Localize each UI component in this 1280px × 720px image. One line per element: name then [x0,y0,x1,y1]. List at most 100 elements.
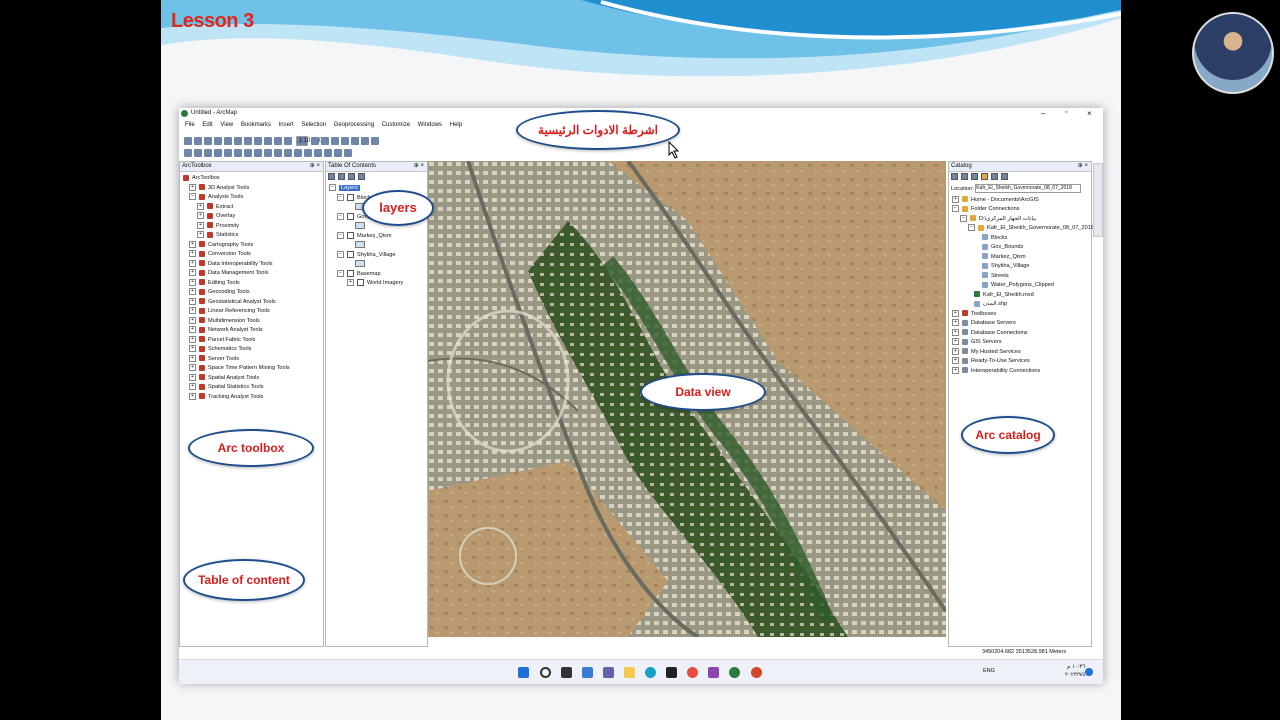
menu-bookmarks[interactable]: Bookmarks [241,122,271,128]
toolbox-item[interactable]: + Data Interoperability Tools [183,259,320,270]
hyperlink-icon[interactable] [314,149,322,157]
select-features-icon[interactable] [264,149,272,157]
open-icon[interactable] [194,137,202,145]
toolbox-item[interactable]: + Editing Tools [183,278,320,289]
panel-close-icon[interactable]: ⊕ × [414,162,424,171]
toolbox-item[interactable]: + Data Management Tools [183,269,320,279]
toolbox-item[interactable]: + Spatial Analyst Tools [183,373,320,384]
table-icon[interactable] [321,137,330,145]
menu-windows[interactable]: Windows [418,122,442,128]
undo-icon[interactable] [264,137,272,145]
menu-insert[interactable]: Insert [279,122,294,128]
measure-icon[interactable] [304,149,312,157]
toolbox-item[interactable]: + Geostatistical Analyst Tools [183,297,320,308]
photos-icon[interactable] [708,667,719,678]
toc-layer[interactable]: − Markez_Qism [329,231,424,242]
notification-icon[interactable] [1085,668,1093,676]
select-elements-icon[interactable] [274,149,282,157]
find-icon[interactable] [294,149,302,157]
toc-layer[interactable]: − Basemap [329,269,424,280]
catalog-item[interactable]: − Folder Connections [952,205,1088,215]
add-data-icon[interactable] [284,137,292,145]
menu-help[interactable]: Help [450,122,462,128]
catalog-item[interactable]: + Home - Documents\ArcGIS [952,195,1088,206]
search-icon[interactable] [540,667,551,678]
cut-icon[interactable] [224,137,232,145]
python-icon[interactable] [361,137,370,145]
close-icon[interactable]: × [1087,109,1092,118]
model-builder-icon[interactable] [371,137,380,145]
toolbox-item[interactable]: + Extract [183,202,320,213]
html-popup-icon[interactable] [324,149,332,157]
catalog-item[interactable]: Markez_Qism [952,253,1088,263]
toolbox-item[interactable]: + Geocoding Tools [183,288,320,298]
toc-layer[interactable]: + World Imagery [329,279,424,289]
clock-date[interactable]: ٢٠٢٣/٩/٤ [1065,672,1086,678]
swipe-icon[interactable] [344,149,352,157]
catalog-item[interactable]: Gov_Bounds [952,243,1088,253]
catalog-item[interactable]: − Kafr_El_Sheikh_Governorate_08_07_2018 [952,224,1094,234]
fixed-zoom-out-icon[interactable] [234,149,242,157]
copy-icon[interactable] [234,137,242,145]
toolbox-item[interactable]: + Network Analyst Tools [183,326,320,336]
toolbox-item[interactable]: + Spatial Statistics Tools [183,383,320,393]
toolbox-item[interactable]: + Cartography Tools [183,240,320,251]
search-icon[interactable] [351,137,360,145]
catalog-item[interactable]: Shykha_Village [952,262,1088,272]
menu-selection[interactable]: Selection [301,122,326,128]
menu-customize[interactable]: Customize [382,122,410,128]
catalog-item[interactable]: Water_Polygons_Clipped [952,281,1088,291]
pan-icon[interactable] [204,149,212,157]
catalog-item[interactable]: + GIS Servers [952,338,1088,348]
back-icon[interactable] [244,149,252,157]
minimize-icon[interactable]: – [1041,109,1045,118]
chrome-icon[interactable] [687,667,698,678]
fixed-zoom-in-icon[interactable] [224,149,232,157]
paste-icon[interactable] [244,137,252,145]
menu-view[interactable]: View [220,122,233,128]
edge-icon[interactable] [645,667,656,678]
toolbox-icon[interactable] [331,137,340,145]
time-slider-icon[interactable] [334,149,342,157]
location-input[interactable]: Kafr_El_Sheikh_Governorate_08_07_2018 [975,184,1082,193]
print-icon[interactable] [214,137,222,145]
toolbox-root[interactable]: ArcToolbox [183,174,320,184]
panel-close-icon[interactable]: ⊕ × [310,162,320,171]
side-tab-strip[interactable] [1093,163,1103,237]
toolbox-item[interactable]: + Proximity [183,221,320,232]
save-icon[interactable] [204,137,212,145]
redo-icon[interactable] [274,137,282,145]
zoom-out-icon[interactable] [194,149,202,157]
task-view-icon[interactable] [561,667,572,678]
toolbox-item[interactable]: + Schematics Tools [183,345,320,355]
catalog-item[interactable]: − D:\بيانات الجهاز المركزي [952,214,1088,225]
toolbox-item[interactable]: + Conversion Tools [183,250,320,260]
arcmap-taskbar-icon[interactable] [729,667,740,678]
toolbox-item[interactable]: + Linear Referencing Tools [183,307,320,317]
file-explorer-icon[interactable] [624,667,635,678]
store-icon[interactable] [666,667,677,678]
clock-time[interactable]: ١٠:٣٦ م [1067,664,1085,670]
powerpoint-icon[interactable] [751,667,762,678]
catalog-item[interactable]: Kafr_El_Sheikh.mxd [952,291,1088,301]
new-icon[interactable] [184,137,192,145]
zoom-in-icon[interactable] [184,149,192,157]
catalog-item[interactable]: + Ready-To-Use Services [952,357,1088,367]
toc-layer[interactable]: − Shykha_Village [329,250,424,261]
toolbox-item[interactable]: + Parcel Fabric Tools [183,335,320,346]
identify-icon[interactable] [284,149,292,157]
toolbox-item[interactable]: +3D Analyst Tools [183,183,320,194]
full-extent-icon[interactable] [214,149,222,157]
catalog-item[interactable]: Streets [952,272,1088,282]
panel-close-icon[interactable]: ⊕ × [1078,162,1088,171]
menu-edit[interactable]: Edit [202,122,212,128]
toolbox-item[interactable]: − Analysis Tools [183,193,320,203]
toolbox-item[interactable]: + Multidimension Tools [183,316,320,327]
menu-file[interactable]: File [185,122,195,128]
editor-icon[interactable] [311,137,320,145]
start-icon[interactable] [518,667,529,678]
forward-icon[interactable] [254,149,262,157]
catalog-item[interactable]: Blocks [952,234,1088,244]
catalog-item[interactable]: + Database Servers [952,319,1088,329]
catalog-item[interactable]: + Database Connections [952,328,1088,339]
